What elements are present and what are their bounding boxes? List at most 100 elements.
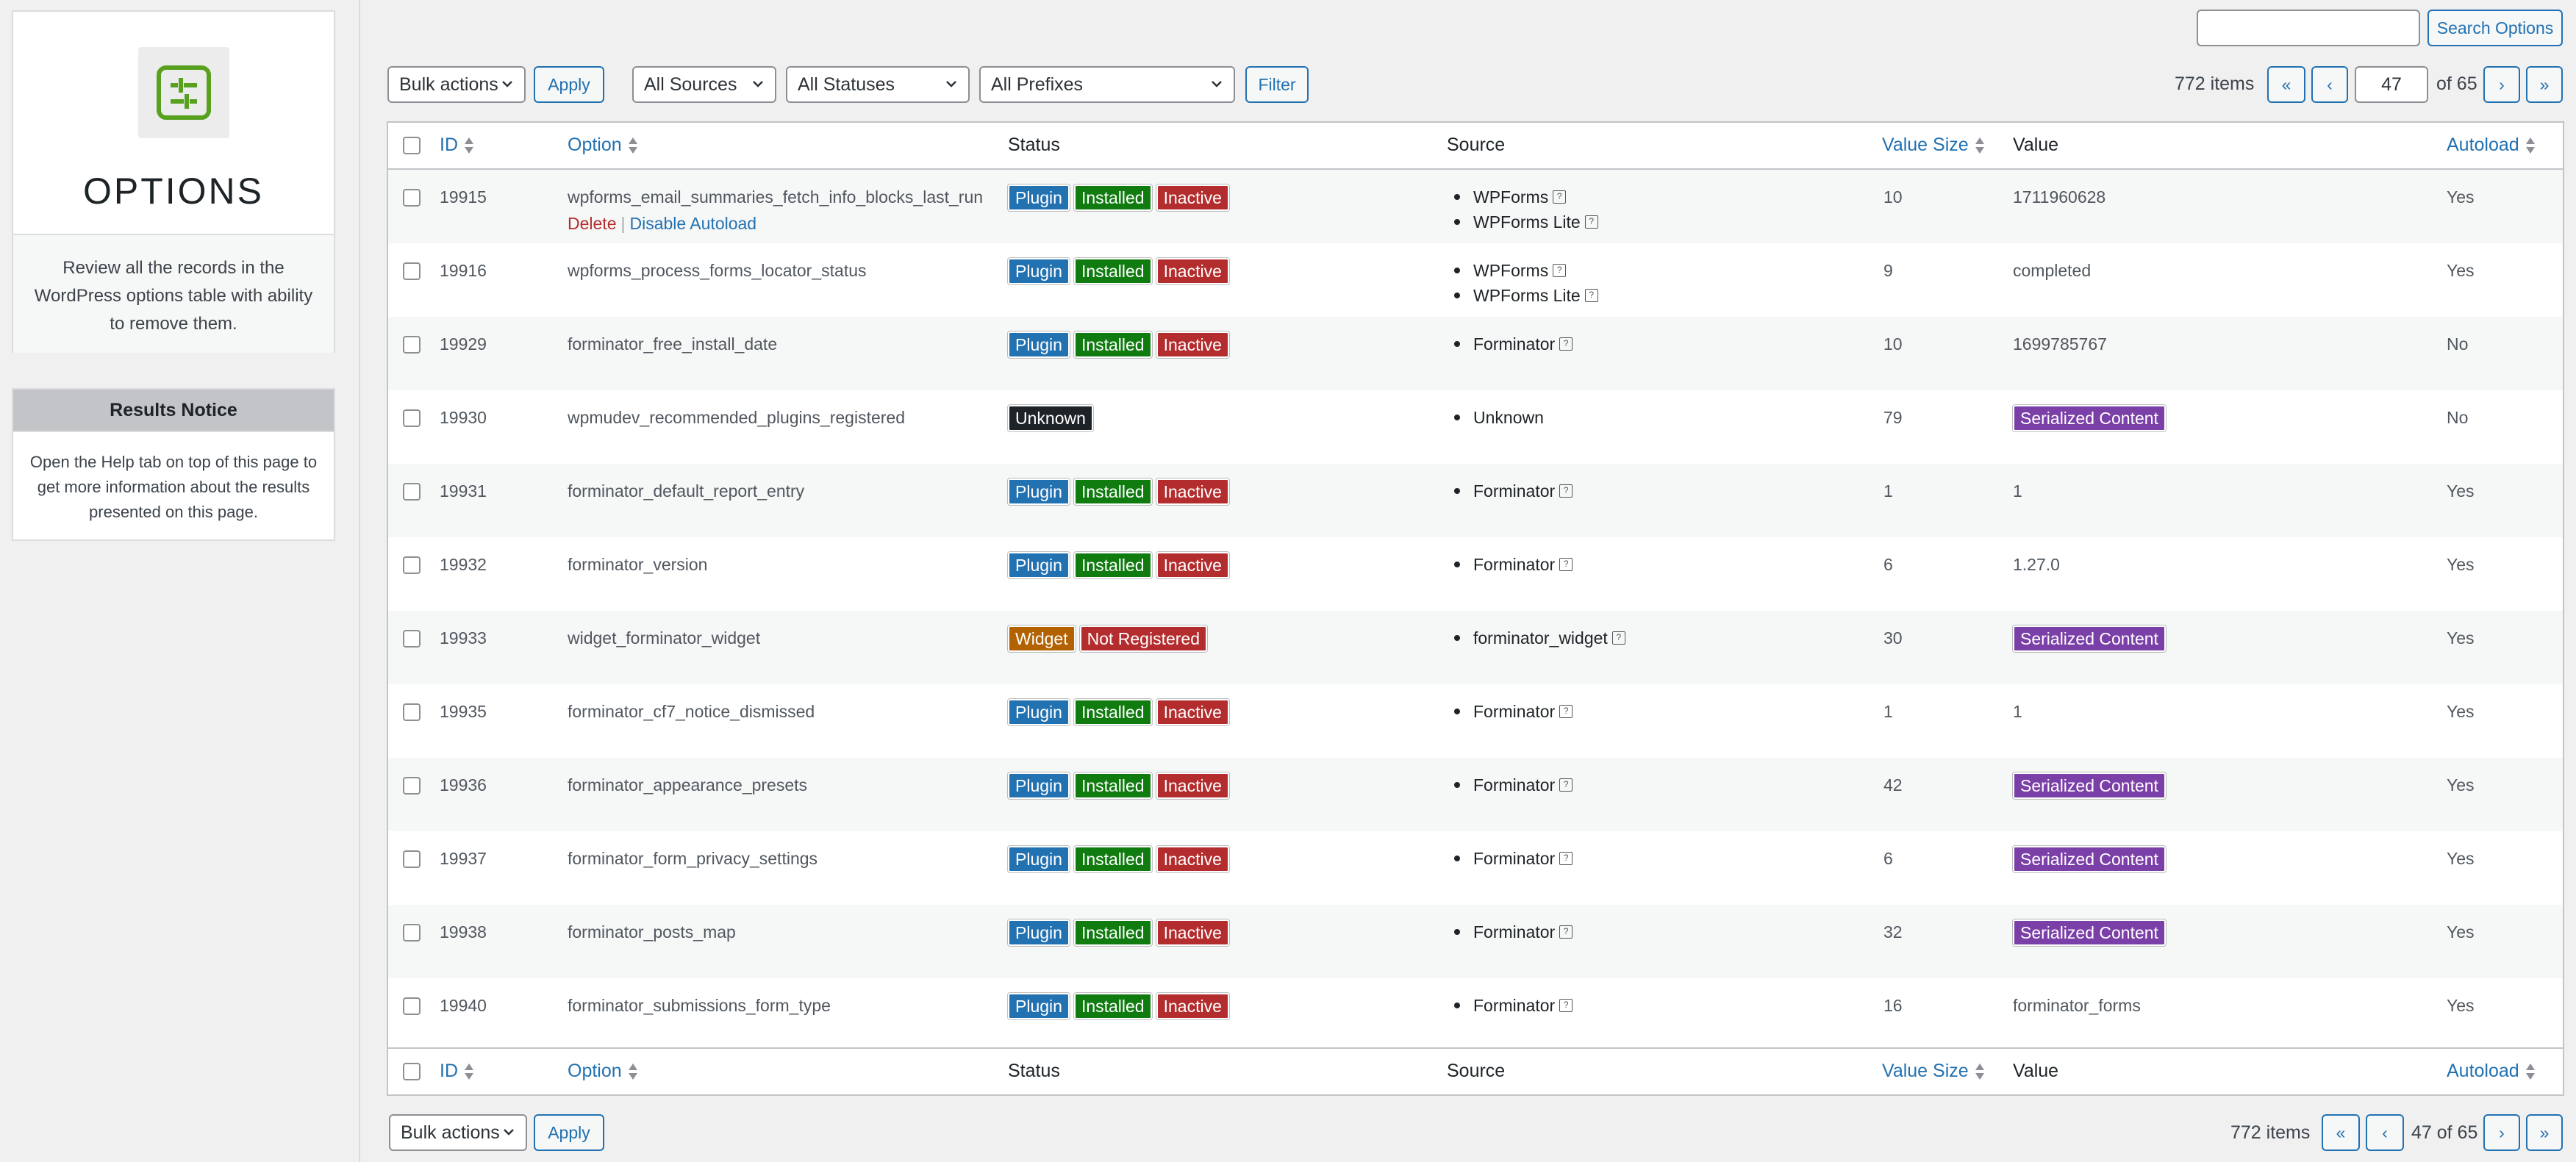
col-value-header: Value [2013,135,2059,155]
last-page-button-bottom[interactable]: » [2526,1114,2563,1151]
status-badge: Installed [1073,551,1153,579]
source-item: Forminator? [1454,552,1573,577]
col-value-size-header[interactable]: Value Size [1882,135,1985,156]
col-option-header[interactable]: Option [568,135,638,156]
col-id-header[interactable]: ID [440,135,474,156]
row-id: 19936 [440,775,487,795]
row-option-name: forminator_default_report_entry [568,481,805,501]
col-option-footer[interactable]: Option [568,1061,638,1082]
row-status: Plugin Installed Inactive [1007,257,1234,285]
sort-icon [465,137,473,154]
statuses-select[interactable]: All Statuses [786,66,970,103]
table-row: 19936 forminator_appearance_presets Plugin… [388,758,2563,831]
help-icon[interactable]: ? [1611,631,1625,645]
help-icon[interactable]: ? [1559,852,1573,865]
row-option-name: forminator_version [568,555,708,574]
source-name: Forminator [1473,702,1556,721]
row-option-name: forminator_posts_map [568,922,736,942]
sort-icon [465,1063,473,1080]
row-id: 19937 [440,849,487,868]
row-checkbox[interactable] [403,336,421,354]
options-table: ID Option Status Source Value Size Value… [387,121,2564,1096]
sliders-icon [138,47,229,138]
options-logo-card: OPTIONS Review all the records in the Wo… [12,10,335,353]
row-checkbox[interactable] [403,409,421,427]
row-value-size: 10 [1883,334,1903,354]
row-checkbox[interactable] [403,703,421,721]
row-status: Plugin Installed Inactive [1007,184,1234,212]
row-value: 1711960628 [2013,187,2106,207]
prefixes-label: All Prefixes [991,73,1084,95]
row-autoload: Yes [2447,261,2475,280]
bullet-icon [1454,488,1460,494]
row-checkbox[interactable] [403,924,421,942]
row-autoload: Yes [2447,996,2475,1015]
row-option-name: widget_forminator_widget [568,628,761,648]
help-icon[interactable]: ? [1559,558,1573,571]
prev-page-button-bottom[interactable]: ‹ [2366,1114,2404,1151]
row-checkbox[interactable] [403,850,421,868]
col-id-footer[interactable]: ID [440,1061,474,1082]
search-options-button[interactable]: Search Options [2427,10,2563,46]
row-source-list: Forminator? [1454,993,1573,1018]
select-all-checkbox[interactable] [403,137,421,154]
bulk-actions-select-bottom[interactable]: Bulk actions [389,1114,527,1151]
disable-autoload-link[interactable]: Disable Autoload [629,214,756,233]
row-checkbox[interactable] [403,262,421,280]
help-icon[interactable]: ? [1559,484,1573,498]
table-row: 19933 widget_forminator_widget Widget Not R… [388,611,2563,684]
row-checkbox[interactable] [403,777,421,795]
help-icon[interactable]: ? [1559,925,1573,939]
col-source-footer: Source [1447,1061,1506,1081]
help-icon[interactable]: ? [1553,264,1567,277]
row-source-list: Forminator? [1454,699,1573,724]
search-input[interactable] [2197,10,2420,46]
col-autoload-footer[interactable]: Autoload [2447,1061,2536,1082]
next-page-button-bottom[interactable]: › [2483,1114,2520,1151]
next-page-button-top[interactable]: › [2483,66,2520,103]
col-autoload-header[interactable]: Autoload [2447,135,2536,156]
select-all-checkbox-footer[interactable] [403,1063,421,1080]
row-status: Plugin Installed Inactive [1007,331,1234,359]
help-icon[interactable]: ? [1559,337,1573,351]
sources-select[interactable]: All Sources [632,66,776,103]
bulk-actions-select-top[interactable]: Bulk actions [387,66,526,103]
row-checkbox[interactable] [403,189,421,207]
last-page-button-top[interactable]: » [2526,66,2563,103]
bullet-icon [1454,1003,1460,1008]
help-icon[interactable]: ? [1559,999,1573,1012]
row-autoload: Yes [2447,555,2475,574]
apply-button-top[interactable]: Apply [534,66,604,103]
chevron-down-icon [504,1129,514,1136]
prefixes-select[interactable]: All Prefixes [979,66,1235,103]
delete-link[interactable]: Delete [568,214,616,233]
row-id: 19933 [440,628,487,648]
status-badge: Inactive [1155,845,1230,873]
status-badge: Installed [1073,184,1153,212]
row-checkbox[interactable] [403,556,421,574]
col-source-header: Source [1447,135,1506,155]
table-row: 19932 forminator_version Plugin Installed In… [388,537,2563,611]
first-page-button-bottom[interactable]: « [2322,1114,2360,1151]
help-icon[interactable]: ? [1584,215,1598,229]
row-id: 19938 [440,922,487,942]
row-checkbox[interactable] [403,630,421,648]
row-status: Unknown [1007,404,1098,432]
current-page-input[interactable]: 47 [2355,66,2428,103]
row-checkbox[interactable] [403,997,421,1015]
row-value: Serialized Content [2012,625,2170,653]
status-badge: Plugin [1007,478,1070,506]
apply-button-bottom[interactable]: Apply [534,1114,604,1151]
row-value-size: 16 [1883,996,1903,1015]
help-icon[interactable]: ? [1559,778,1573,792]
help-icon[interactable]: ? [1553,190,1567,204]
first-page-button-top[interactable]: « [2267,66,2305,103]
filter-button[interactable]: Filter [1245,66,1309,103]
help-icon[interactable]: ? [1584,289,1598,302]
status-badge: Plugin [1007,257,1070,285]
col-value-size-footer[interactable]: Value Size [1882,1061,1985,1082]
prev-page-button-top[interactable]: ‹ [2311,66,2348,103]
help-icon[interactable]: ? [1559,705,1573,718]
row-value-size: 30 [1883,628,1903,648]
row-checkbox[interactable] [403,483,421,501]
